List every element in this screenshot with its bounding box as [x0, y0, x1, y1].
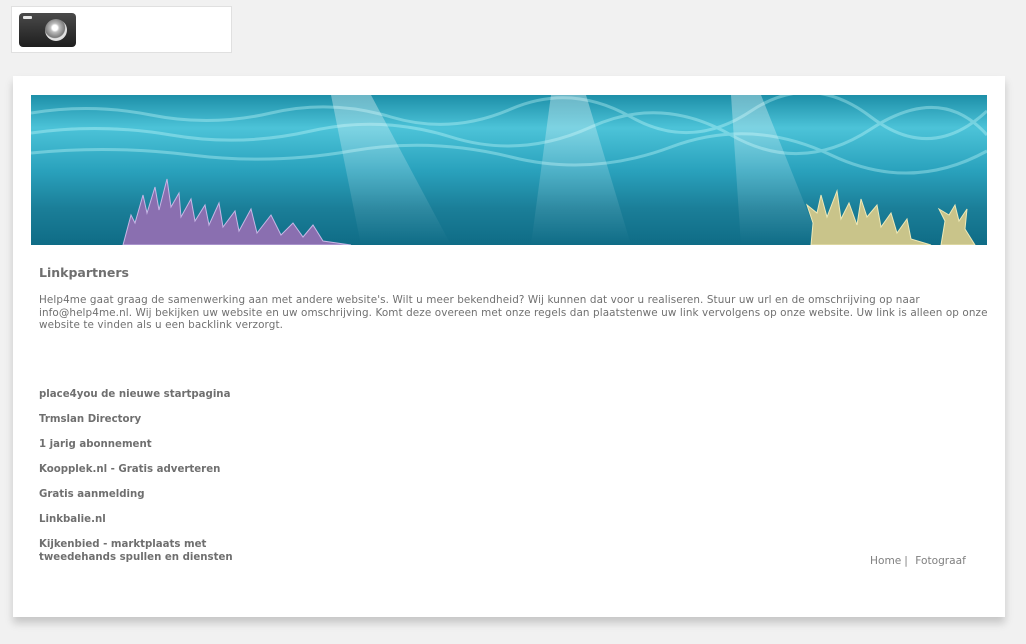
link-partner-list: place4you de nieuwe startpagina Trmslan …: [39, 389, 259, 577]
link-partner-item[interactable]: Linkbalie.nl: [39, 514, 259, 527]
link-partner-item[interactable]: Koopplek.nl - Gratis adverteren: [39, 464, 259, 477]
camera-flash: [23, 16, 32, 19]
footer-link-fotograaf[interactable]: Fotograaf: [915, 555, 966, 567]
footer-nav: Home | Fotograaf: [870, 555, 966, 567]
camera-lens: [45, 19, 67, 41]
footer-separator: |: [904, 555, 908, 567]
link-partner-item[interactable]: Kijkenbied - marktplaats met tweedehands…: [39, 539, 259, 564]
camera-icon[interactable]: [19, 13, 76, 47]
logo-box[interactable]: [11, 6, 232, 53]
link-partner-item[interactable]: place4you de nieuwe startpagina: [39, 389, 259, 402]
underwater-coral-banner: [31, 95, 987, 245]
link-partner-item[interactable]: Trmslan Directory: [39, 414, 259, 427]
header-banner: [31, 95, 987, 245]
link-partner-item[interactable]: 1 jarig abonnement: [39, 439, 259, 452]
content-card: Linkpartners Help4me gaat graag de samen…: [13, 76, 1005, 617]
page-title: Linkpartners: [39, 265, 129, 280]
footer-link-home[interactable]: Home: [870, 555, 901, 567]
intro-text: Help4me gaat graag de samenwerking aan m…: [39, 294, 988, 331]
link-partner-item[interactable]: Gratis aanmelding: [39, 489, 259, 502]
